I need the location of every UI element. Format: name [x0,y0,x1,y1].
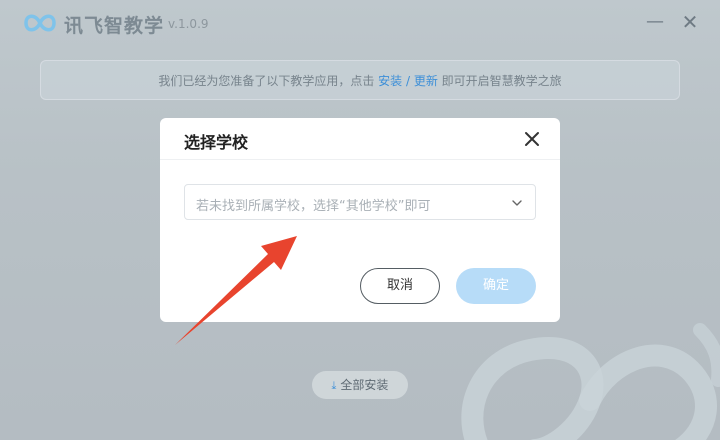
infinity-logo-icon [24,14,56,32]
dialog-header: 选择学校 [160,118,560,160]
app-name: 讯飞智教学 [64,15,165,37]
update-link[interactable]: 更新 [414,74,438,88]
download-icon: ⤓ [331,379,337,392]
install-link[interactable]: 安装 [378,74,402,88]
link-separator: / [402,74,414,88]
window-close-icon[interactable]: ✕ [680,12,700,32]
cancel-button[interactable]: 取消 [360,268,440,304]
close-icon[interactable] [522,129,542,149]
school-select[interactable]: 若未找到所属学校，选择“其他学校”即可 [184,184,536,220]
notice-prefix: 我们已经为您准备了以下教学应用，点击 [158,74,379,88]
chevron-down-icon [512,200,522,206]
school-select-placeholder: 若未找到所属学校，选择“其他学校”即可 [196,199,431,214]
notice-suffix: 即可开启智慧教学之旅 [437,74,562,88]
install-all-label: 全部安装 [340,378,389,392]
notice-banner: 我们已经为您准备了以下教学应用，点击 安装 / 更新 即可开启智慧教学之旅 [40,60,680,100]
minimize-icon[interactable]: — [645,12,665,32]
install-all-button[interactable]: ⤓ 全部安装 [312,371,408,399]
app-version: v.1.0.9 [168,17,209,31]
select-school-dialog: 选择学校 若未找到所属学校，选择“其他学校”即可 取消 确定 [160,118,560,322]
confirm-button[interactable]: 确定 [456,268,536,304]
title-bar: 讯飞智教学 v.1.0.9 — ✕ [0,0,720,48]
dialog-title: 选择学校 [184,133,249,152]
